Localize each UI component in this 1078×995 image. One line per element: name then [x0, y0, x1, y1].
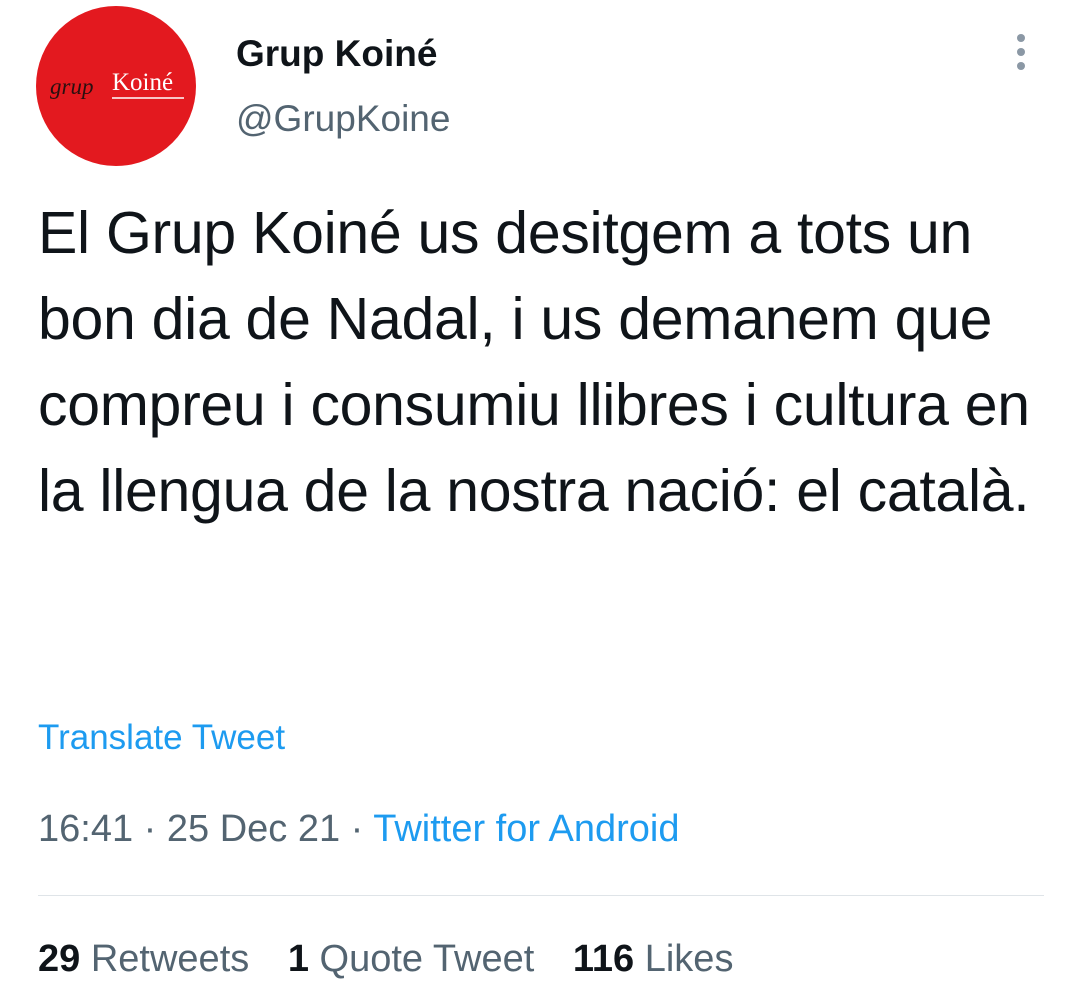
author-display-name[interactable]: Grup Koiné: [236, 33, 437, 75]
avatar[interactable]: grup Koiné: [36, 6, 196, 166]
author-handle[interactable]: @GrupKoine: [236, 98, 450, 140]
retweets-count: 29: [38, 938, 81, 980]
tweet-source-link[interactable]: Twitter for Android: [373, 808, 679, 850]
divider: [38, 895, 1044, 896]
likes-label: Likes: [644, 938, 734, 980]
grup-koine-logo: grup Koiné: [50, 69, 184, 99]
quote-tweets-label: Quote Tweet: [319, 938, 535, 980]
retweets-stat[interactable]: 29 Retweets: [38, 938, 249, 981]
likes-stat[interactable]: 116 Likes: [573, 938, 734, 981]
tweet-metadata: 16:41 · 25 Dec 21 · Twitter for Android: [38, 808, 679, 851]
tweet-card: grup Koiné Grup Koiné @GrupKoine El Grup…: [0, 0, 1078, 995]
retweets-label: Retweets: [90, 938, 250, 980]
tweet-time[interactable]: 16:41: [38, 808, 133, 850]
likes-count: 116: [572, 938, 635, 980]
quote-tweets-count: 1: [287, 938, 309, 980]
tweet-text: El Grup Koiné us desitgem a tots un bon …: [38, 200, 1030, 524]
svg-text:Koiné: Koiné: [112, 69, 173, 96]
more-vertical-icon[interactable]: [1006, 30, 1036, 74]
tweet-date[interactable]: 25 Dec 21: [167, 808, 340, 850]
meta-separator: ·: [143, 808, 157, 850]
quote-tweets-stat[interactable]: 1 Quote Tweet: [288, 938, 534, 981]
meta-separator: ·: [350, 808, 364, 850]
tweet-stats: 29 Retweets 1 Quote Tweet 116 Likes: [38, 938, 761, 981]
translate-tweet-link[interactable]: Translate Tweet: [38, 718, 285, 758]
svg-text:grup: grup: [50, 74, 93, 99]
